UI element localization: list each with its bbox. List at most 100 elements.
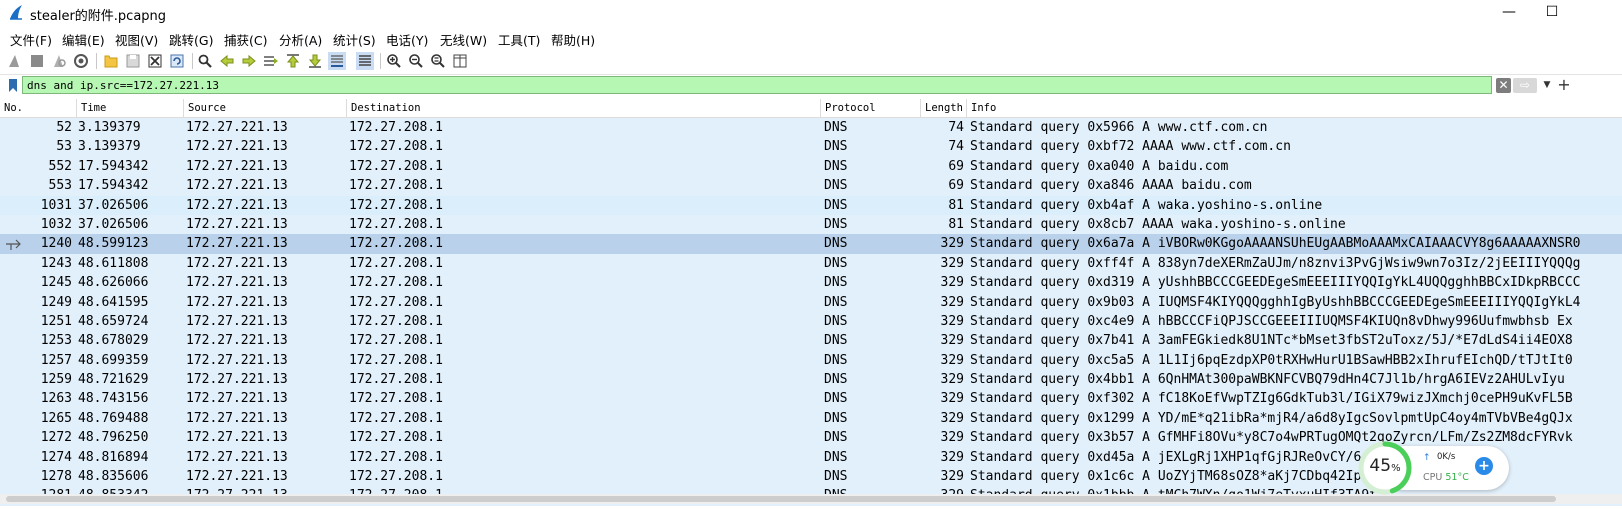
- cell-proto: DNS: [824, 313, 848, 329]
- cell-src: 172.27.221.13: [186, 469, 288, 485]
- cell-info: Standard query 0xd319 A yUshhBBCCCGEEDEg…: [970, 275, 1581, 291]
- filter-history-dropdown[interactable]: ▼: [1541, 78, 1553, 93]
- cell-len: 69: [948, 158, 964, 174]
- cell-dst: 172.27.208.1: [349, 294, 443, 310]
- menu-go[interactable]: 跳转(G): [169, 30, 213, 49]
- display-filter-bar: dns and ip.src==172.27.221.13 ✕ ⇨ ▼ +: [0, 76, 1622, 96]
- cell-src: 172.27.221.13: [186, 236, 288, 252]
- stop-capture-icon[interactable]: [28, 52, 46, 70]
- packet-row[interactable]: 1263 48.743156 172.27.221.13 172.27.208.1 DN…: [0, 389, 1622, 409]
- normal-size-icon[interactable]: [429, 52, 447, 70]
- cell-info: Standard query 0xc4e9 A hBBCCCFiQPJSCCGE…: [970, 313, 1573, 329]
- menu-telephony[interactable]: 电话(Y): [386, 30, 428, 49]
- cell-info: Standard query 0x4bb1 A 6QnHMAt300paWBKN…: [970, 372, 1565, 388]
- packet-row[interactable]: 1243 48.611808 172.27.221.13 172.27.208.1 DN…: [0, 253, 1622, 274]
- maximize-button[interactable]: ☐: [1538, 2, 1566, 22]
- column-header-length[interactable]: Length: [920, 99, 966, 117]
- menu-capture[interactable]: 捕获(C): [224, 30, 267, 49]
- cell-proto: DNS: [824, 275, 848, 291]
- packet-row[interactable]: 552 17.594342 172.27.221.13 172.27.208.1 DNS…: [0, 156, 1622, 177]
- system-monitor-widget[interactable]: 45% ↑ 0K/s CPU 51°C +: [1357, 440, 1509, 496]
- cell-len: 329: [940, 236, 964, 252]
- cell-no: 1257: [40, 352, 72, 368]
- packet-row[interactable]: 1257 48.699359 172.27.221.13 172.27.208.1 DN…: [0, 350, 1622, 371]
- menu-wireless[interactable]: 无线(W): [440, 30, 487, 49]
- cpu-temp-readout: CPU 51°C: [1423, 472, 1469, 483]
- colorize-icon[interactable]: [356, 52, 374, 70]
- zoom-out-icon[interactable]: [407, 52, 425, 70]
- go-to-packet-icon[interactable]: [262, 52, 280, 70]
- last-packet-icon[interactable]: [306, 52, 324, 70]
- column-header-time[interactable]: Time: [76, 99, 183, 117]
- cell-no: 1263: [40, 391, 72, 407]
- reload-file-icon[interactable]: [168, 52, 186, 70]
- restart-capture-icon[interactable]: [50, 52, 68, 70]
- menu-tools[interactable]: 工具(T): [498, 30, 540, 49]
- column-header-source[interactable]: Source: [183, 99, 346, 117]
- cell-src: 172.27.221.13: [186, 216, 288, 232]
- packet-row[interactable]: 1249 48.641595 172.27.221.13 172.27.208.1 DN…: [0, 292, 1622, 312]
- cell-src: 172.27.221.13: [186, 120, 288, 135]
- packet-row[interactable]: 553 17.594342 172.27.221.13 172.27.208.1 DNS…: [0, 176, 1622, 196]
- packet-row[interactable]: 1253 48.678029 172.27.221.13 172.27.208.1 DN…: [0, 331, 1622, 351]
- close-file-icon[interactable]: [146, 52, 164, 70]
- go-forward-icon[interactable]: [240, 52, 258, 70]
- find-packet-icon[interactable]: [196, 52, 214, 70]
- go-back-icon[interactable]: [218, 52, 236, 70]
- menu-statistics[interactable]: 统计(S): [333, 30, 376, 49]
- cell-len: 69: [948, 178, 964, 194]
- column-header-no[interactable]: No.: [0, 99, 76, 117]
- auto-scroll-icon[interactable]: [328, 52, 346, 70]
- scrollbar-thumb[interactable]: [6, 496, 1556, 502]
- save-file-icon[interactable]: [124, 52, 142, 70]
- cell-info: Standard query 0xf302 A fC18KoEfVwpTZIg6…: [970, 391, 1573, 407]
- packet-row[interactable]: 1031 37.026506 172.27.221.13 172.27.208.1 DN…: [0, 195, 1622, 215]
- packet-row[interactable]: 1251 48.659724 172.27.221.13 172.27.208.1 DN…: [0, 311, 1622, 332]
- bookmark-icon[interactable]: [7, 78, 19, 93]
- packet-row[interactable]: 53 3.139379 172.27.221.13 172.27.208.1 DNS 74…: [0, 137, 1622, 157]
- first-packet-icon[interactable]: [284, 52, 302, 70]
- cell-dst: 172.27.208.1: [349, 469, 443, 485]
- cell-no: 1249: [40, 294, 72, 310]
- menu-view[interactable]: 视图(V): [115, 30, 158, 49]
- title-bar: stealer的附件.pcapng — ☐: [0, 0, 1622, 26]
- packet-row[interactable]: 1259 48.721629 172.27.221.13 172.27.208.1 DN…: [0, 370, 1622, 390]
- cell-time: 48.611808: [78, 255, 149, 271]
- column-header-destination[interactable]: Destination: [346, 99, 820, 117]
- packet-row[interactable]: 1032 37.026506 172.27.221.13 172.27.208.1 DN…: [0, 214, 1622, 235]
- minimize-button[interactable]: —: [1495, 2, 1523, 22]
- menu-file[interactable]: 文件(F): [10, 30, 52, 49]
- packet-row[interactable]: 1265 48.769488 172.27.221.13 172.27.208.1 DN…: [0, 408, 1622, 429]
- widget-plus-icon[interactable]: +: [1475, 457, 1493, 475]
- cell-proto: DNS: [824, 469, 848, 485]
- column-header-info[interactable]: Info: [966, 99, 1622, 117]
- capture-options-icon[interactable]: [72, 52, 90, 70]
- menu-help[interactable]: 帮助(H): [551, 30, 595, 49]
- menu-edit[interactable]: 编辑(E): [62, 30, 105, 49]
- cell-time: 48.626066: [78, 275, 149, 291]
- add-filter-button[interactable]: +: [1557, 76, 1571, 94]
- cell-proto: DNS: [824, 372, 848, 388]
- start-capture-icon[interactable]: [6, 52, 24, 70]
- packet-row[interactable]: 1245 48.626066 172.27.221.13 172.27.208.1 DN…: [0, 273, 1622, 293]
- cell-no: 53: [56, 139, 72, 155]
- clear-filter-button[interactable]: ✕: [1496, 78, 1511, 93]
- display-filter-input[interactable]: dns and ip.src==172.27.221.13: [22, 76, 1492, 94]
- zoom-in-icon[interactable]: [385, 52, 403, 70]
- cell-time: 17.594342: [78, 178, 149, 194]
- open-file-icon[interactable]: [102, 52, 120, 70]
- resize-columns-icon[interactable]: [451, 52, 469, 70]
- menu-analyze[interactable]: 分析(A): [279, 30, 322, 49]
- cell-no: 1031: [40, 197, 72, 213]
- apply-filter-button[interactable]: ⇨: [1513, 78, 1537, 93]
- cell-time: 48.599123: [78, 236, 149, 252]
- cell-src: 172.27.221.13: [186, 275, 288, 291]
- cell-len: 329: [940, 333, 964, 349]
- packet-row[interactable]: 52 3.139379 172.27.221.13 172.27.208.1 DNS 74…: [0, 118, 1622, 138]
- packet-row[interactable]: 1240 48.599123 172.27.221.13 172.27.208.1 DN…: [0, 234, 1622, 254]
- cell-src: 172.27.221.13: [186, 255, 288, 271]
- cell-info: Standard query 0xa040 A baidu.com: [970, 158, 1229, 174]
- column-header-protocol[interactable]: Protocol: [820, 99, 920, 117]
- cell-src: 172.27.221.13: [186, 313, 288, 329]
- packet-list-header: No. Time Source Destination Protocol Len…: [0, 99, 1622, 118]
